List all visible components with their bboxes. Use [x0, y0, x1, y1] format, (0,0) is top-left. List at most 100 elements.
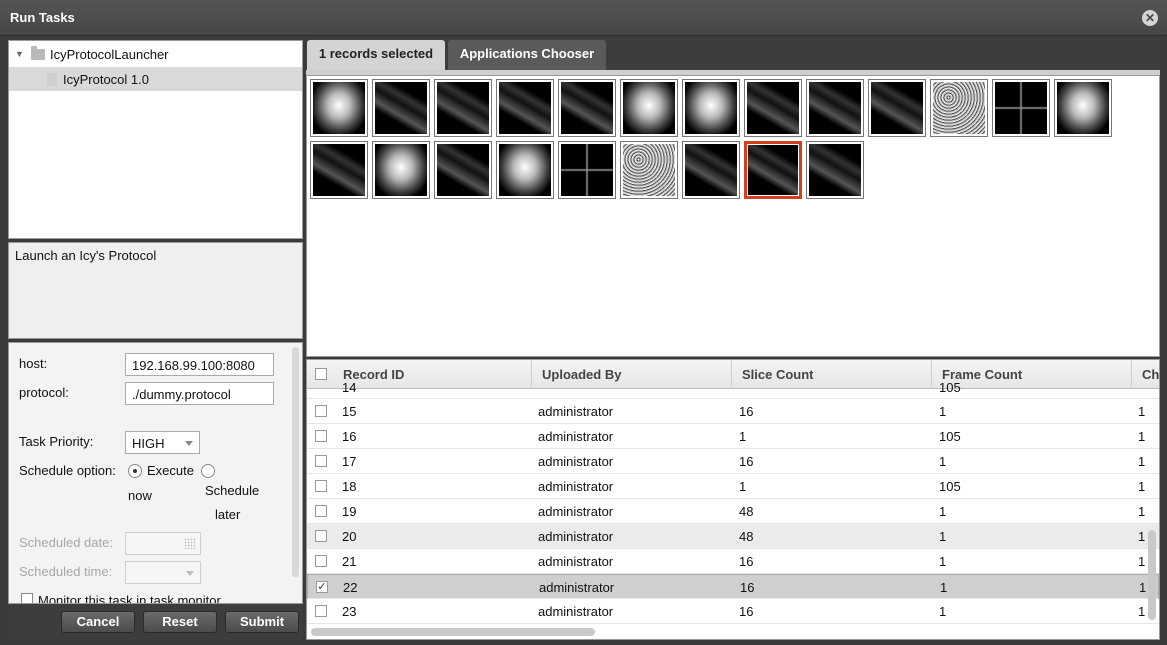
schedule-label: Schedule option:	[19, 463, 116, 478]
tab-records-selected[interactable]: 1 records selected	[307, 40, 445, 70]
image-thumbnail[interactable]	[434, 141, 492, 199]
image-thumbnail[interactable]	[1054, 79, 1112, 137]
close-icon[interactable]: ✕	[1142, 10, 1158, 26]
form-scrollbar[interactable]	[292, 347, 299, 577]
slice-count-cell: 16	[739, 404, 754, 419]
table-row[interactable]: 16 administrator 1 105 1	[307, 424, 1159, 449]
thumbnail-image	[809, 82, 861, 134]
chevron-down-icon	[186, 571, 194, 576]
thumbnail-image	[437, 82, 489, 134]
channels-cell: 1	[1139, 580, 1147, 595]
channels-cell: 1	[1138, 454, 1146, 469]
channels-cell: 1	[1138, 479, 1146, 494]
host-label: host:	[19, 356, 48, 371]
image-thumbnail[interactable]	[682, 141, 740, 199]
table-row[interactable]: 23 administrator 16 1 1	[307, 599, 1159, 624]
file-icon	[47, 72, 57, 86]
table-row-partial: 14 105	[307, 380, 1159, 399]
column-record-id[interactable]: Record ID	[333, 360, 532, 389]
frame-count-cell: 1	[939, 604, 947, 619]
slice-count-cell: 16	[739, 604, 754, 619]
schedule-later-radio[interactable]	[201, 464, 215, 478]
row-checkbox[interactable]	[315, 405, 327, 417]
row-checkbox[interactable]	[315, 555, 327, 567]
window-title: Run Tasks	[10, 10, 75, 25]
image-thumbnail[interactable]	[496, 79, 554, 137]
row-checkbox[interactable]	[315, 480, 327, 492]
column-uploaded-by[interactable]: Uploaded By	[532, 360, 732, 389]
image-thumbnail[interactable]	[372, 79, 430, 137]
image-thumbnail[interactable]	[558, 79, 616, 137]
priority-label: Task Priority:	[19, 434, 94, 449]
table-row[interactable]: 18 administrator 1 105 1	[307, 474, 1159, 499]
channels-cell: 1	[1138, 404, 1146, 419]
table-row[interactable]: 20 administrator 48 1 1	[307, 524, 1159, 549]
row-checkbox[interactable]	[315, 505, 327, 517]
row-checkbox[interactable]	[315, 430, 327, 442]
uploaded-by-cell: administrator	[538, 604, 614, 619]
thumbnail-image	[933, 82, 985, 134]
uploaded-by-cell: administrator	[538, 429, 614, 444]
scheduled-date-label: Scheduled date:	[19, 535, 113, 550]
image-thumbnail[interactable]	[620, 141, 678, 199]
table-row[interactable]: ✓ 22 administrator 16 1 1	[307, 574, 1159, 599]
submit-button[interactable]: Submit	[225, 611, 299, 633]
image-thumbnail[interactable]	[310, 141, 368, 199]
record-id-cell: 19	[342, 504, 357, 519]
protocol-input[interactable]: ./dummy.protocol	[125, 382, 274, 405]
cancel-button[interactable]: Cancel	[61, 611, 135, 633]
monitor-label: Monitor this task in task monitor	[38, 593, 221, 604]
image-thumbnail[interactable]	[868, 79, 926, 137]
thumbnail-image	[313, 144, 365, 196]
uploaded-by-cell: administrator	[538, 454, 614, 469]
record-id-cell: 18	[342, 479, 357, 494]
vertical-scrollbar[interactable]	[1148, 530, 1156, 620]
horizontal-scrollbar[interactable]	[311, 628, 595, 636]
channels-cell: 1	[1138, 554, 1146, 569]
row-checkbox[interactable]	[315, 530, 327, 542]
image-thumbnail[interactable]	[806, 141, 864, 199]
column-slice-count[interactable]: Slice Count	[732, 360, 932, 389]
uploaded-by-cell: administrator	[539, 580, 615, 595]
description-text: Launch an Icy's Protocol	[15, 248, 157, 263]
row-checkbox[interactable]	[315, 455, 327, 467]
image-thumbnail[interactable]	[372, 141, 430, 199]
priority-select[interactable]: HIGH	[125, 431, 200, 454]
select-all-checkbox[interactable]	[315, 368, 327, 380]
row-checkbox[interactable]	[315, 605, 327, 617]
monitor-checkbox[interactable]	[21, 593, 33, 603]
column-frame-count[interactable]: Frame Count	[932, 360, 1132, 389]
chevron-down-icon[interactable]: ▼	[15, 49, 25, 59]
column-channels[interactable]: Ch	[1132, 360, 1159, 389]
thumbnail-image	[499, 82, 551, 134]
image-thumbnail[interactable]	[930, 79, 988, 137]
table-header: Record ID Uploaded By Slice Count Frame …	[307, 360, 1159, 389]
image-thumbnail[interactable]	[620, 79, 678, 137]
reset-button[interactable]: Reset	[143, 611, 217, 633]
channels-cell: 1	[1138, 504, 1146, 519]
table-row[interactable]: 15 administrator 16 1 1	[307, 399, 1159, 424]
table-row[interactable]: 17 administrator 16 1 1	[307, 449, 1159, 474]
image-thumbnail[interactable]	[992, 79, 1050, 137]
execute-now-radio[interactable]	[128, 464, 142, 478]
image-thumbnail[interactable]	[744, 141, 802, 199]
image-thumbnail[interactable]	[434, 79, 492, 137]
record-id-cell: 20	[342, 529, 357, 544]
host-input[interactable]: 192.168.99.100:8080	[125, 353, 274, 376]
image-thumbnail[interactable]	[744, 79, 802, 137]
tree-node-label: IcyProtocolLauncher	[50, 46, 169, 62]
slice-count-cell: 1	[739, 479, 747, 494]
tree-node-protocol[interactable]: IcyProtocol 1.0	[9, 67, 302, 91]
tree-node-launcher[interactable]: ▼ IcyProtocolLauncher	[9, 42, 302, 66]
image-thumbnail[interactable]	[682, 79, 740, 137]
row-checkbox[interactable]: ✓	[316, 581, 328, 593]
image-thumbnail[interactable]	[496, 141, 554, 199]
table-row[interactable]: 19 administrator 48 1 1	[307, 499, 1159, 524]
table-row[interactable]: 21 administrator 16 1 1	[307, 549, 1159, 574]
thumbnail-image	[499, 144, 551, 196]
image-thumbnail[interactable]	[558, 141, 616, 199]
frame-count-cell: 1	[939, 454, 947, 469]
image-thumbnail[interactable]	[310, 79, 368, 137]
tab-applications-chooser[interactable]: Applications Chooser	[448, 40, 606, 70]
image-thumbnail[interactable]	[806, 79, 864, 137]
